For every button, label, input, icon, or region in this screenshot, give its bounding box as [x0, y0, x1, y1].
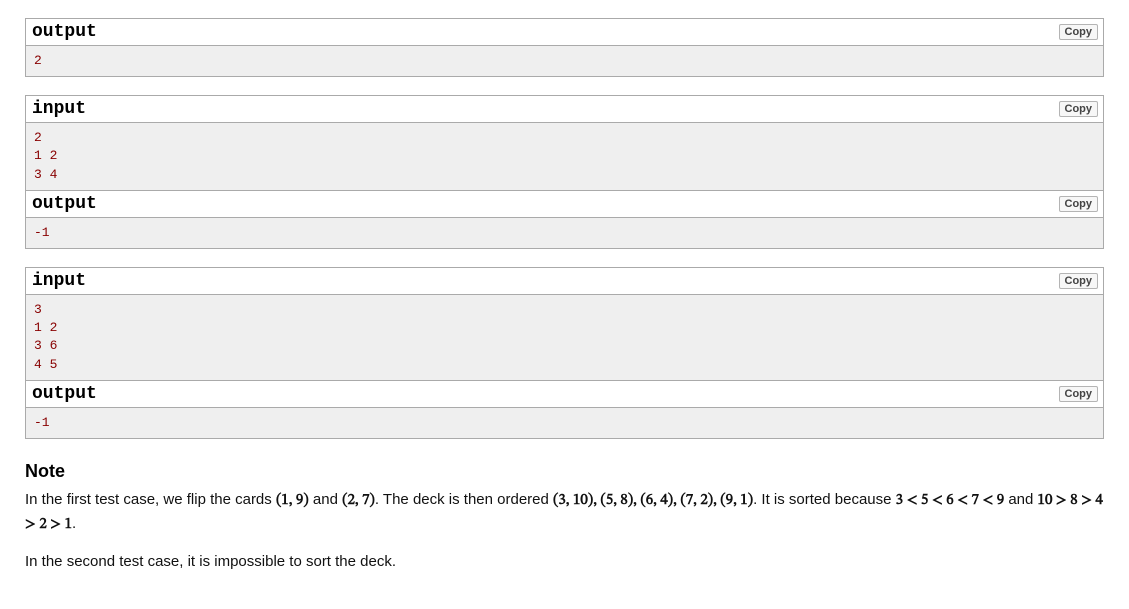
io-content: 2: [26, 46, 1103, 76]
io-header: input Copy: [26, 96, 1103, 123]
io-header: output Copy: [26, 381, 1103, 408]
math-expr: (3, 10), (5, 8), (6, 4), (7, 2), (9, 1): [553, 493, 753, 508]
copy-button[interactable]: Copy: [1059, 101, 1099, 117]
io-header: output Copy: [26, 19, 1103, 46]
math-expr: (2, 7): [342, 493, 375, 508]
io-title: input: [32, 271, 86, 291]
note-heading: Note: [25, 461, 1104, 482]
io-title: input: [32, 99, 86, 119]
text: .: [72, 515, 76, 532]
io-block-input: input Copy 3 1 2 3 6 4 5: [25, 267, 1104, 381]
math-expr: 3 < 5 < 6 < 7 < 9: [896, 493, 1005, 508]
note-body: In the first test case, we flip the card…: [25, 488, 1104, 574]
io-block-output: output Copy 2: [25, 18, 1104, 77]
io-header: input Copy: [26, 268, 1103, 295]
note-paragraph: In the first test case, we flip the card…: [25, 488, 1104, 537]
text: and: [309, 491, 342, 508]
copy-button[interactable]: Copy: [1059, 24, 1099, 40]
copy-button[interactable]: Copy: [1059, 196, 1099, 212]
io-content: -1: [26, 218, 1103, 248]
note-paragraph: In the second test case, it is impossibl…: [25, 550, 1104, 573]
text: . It is sorted because: [753, 491, 896, 508]
io-title: output: [32, 384, 97, 404]
copy-button[interactable]: Copy: [1059, 273, 1099, 289]
io-block-output: output Copy -1: [25, 380, 1104, 439]
io-title: output: [32, 194, 97, 214]
text: and: [1004, 491, 1037, 508]
text: In the first test case, we flip the card…: [25, 491, 276, 508]
io-title: output: [32, 22, 97, 42]
io-block-output: output Copy -1: [25, 190, 1104, 249]
io-content: 2 1 2 3 4: [26, 123, 1103, 190]
copy-button[interactable]: Copy: [1059, 386, 1099, 402]
io-content: 3 1 2 3 6 4 5: [26, 295, 1103, 380]
io-block-input: input Copy 2 1 2 3 4: [25, 95, 1104, 191]
io-header: output Copy: [26, 191, 1103, 218]
math-expr: (1, 9): [276, 493, 309, 508]
text: . The deck is then ordered: [375, 491, 553, 508]
io-content: -1: [26, 408, 1103, 438]
